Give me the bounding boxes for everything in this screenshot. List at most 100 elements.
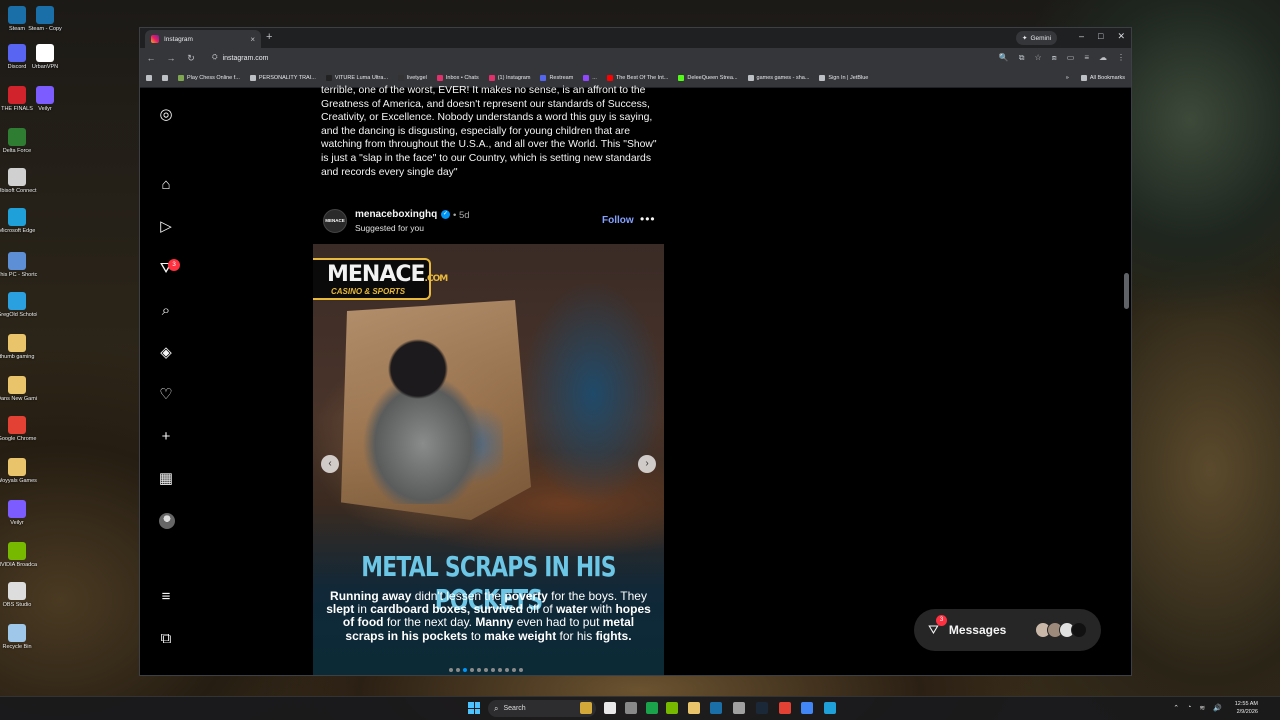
gemini-button[interactable]: ✦ Gemini [1016, 31, 1058, 45]
bookmark-label: Sign In | JetBlue [828, 74, 869, 81]
dashboard-icon[interactable]: ▦ [157, 470, 175, 488]
bookmark-item[interactable] [162, 74, 168, 81]
home-icon[interactable]: ⌂ [157, 176, 175, 194]
explore-icon[interactable]: ◈ [157, 344, 175, 362]
post-options-icon[interactable]: ••• [640, 212, 656, 226]
desktop-icon[interactable]: Microsoft Edge [0, 208, 37, 235]
taskbar-app-icon[interactable] [801, 702, 813, 714]
desktop-app-icon [8, 542, 26, 560]
taskbar-app-icon[interactable] [625, 702, 637, 714]
search-icon[interactable]: ⌕ [157, 302, 175, 320]
post-author-avatar[interactable]: MENACE [323, 209, 347, 233]
desktop-icon[interactable]: Veilyr [0, 500, 37, 527]
back-button[interactable]: ← [146, 53, 156, 63]
taskbar-app-icon[interactable] [779, 702, 791, 714]
taskbar-app-icon[interactable] [604, 702, 616, 714]
desktop-icon[interactable]: GregOld Schotol Run... [0, 292, 37, 319]
taskbar-app-icon[interactable] [824, 702, 836, 714]
desktop-icon[interactable]: Veilyr [25, 86, 65, 113]
desktop-icon[interactable]: Google Chrome [0, 416, 37, 443]
close-window-button[interactable]: ✕ [1117, 31, 1125, 42]
tray-icon[interactable]: 🔊 [1213, 704, 1222, 712]
forward-button[interactable]: → [166, 53, 176, 63]
body-segment: fights. [595, 628, 632, 643]
desktop-icon[interactable]: Recycle Bin [0, 624, 37, 651]
toolbar-icon[interactable]: ☆ [1035, 53, 1042, 63]
desktop-icon[interactable]: Woyyals Games a... [0, 458, 37, 485]
desktop-icon[interactable]: OBS Studio [0, 582, 37, 609]
more-menu-icon[interactable]: ≡ [157, 588, 175, 606]
carousel-dot [449, 668, 453, 672]
bookmark-item[interactable]: Sign In | JetBlue [819, 74, 869, 81]
tray-icon[interactable]: ⌃ [1173, 704, 1179, 712]
bookmark-item[interactable]: Inbox • Chats [436, 74, 479, 81]
instagram-logo-icon[interactable]: ◎ [157, 106, 175, 124]
desktop-icon[interactable]: NVIDIA Broadcast [0, 542, 37, 569]
carousel-prev-button[interactable]: ‹ [321, 455, 339, 473]
taskbar-clock[interactable]: 12:55 AM 2/9/2026 [1235, 700, 1258, 716]
messages-floating-button[interactable]: ⛛ 3 Messages [914, 609, 1101, 651]
bookmark-item[interactable]: games games - sha... [747, 74, 809, 81]
desktop-icon[interactable]: Dans New Gaming PICS [0, 376, 37, 403]
maximize-button[interactable]: □ [1098, 31, 1103, 42]
bookmark-favicon-icon [249, 74, 256, 81]
windows-start-icon[interactable] [468, 702, 480, 714]
toolbar-icon[interactable]: ☁ [1099, 53, 1107, 63]
instagram-sidebar: ◎ ⌂ ▷ ⛛ 3 ⌕ ◈ ♡ + ▦ ≡ ⧉ [140, 88, 192, 675]
reels-icon[interactable]: ▷ [157, 218, 175, 236]
taskbar-app-icon[interactable] [756, 702, 768, 714]
carousel-next-button[interactable]: › [638, 455, 656, 473]
tray-icon[interactable]: ≋ [1199, 704, 1205, 712]
toolbar-icon[interactable]: ⧈ [1052, 53, 1057, 63]
taskbar-app-icon[interactable] [733, 702, 745, 714]
profile-avatar[interactable] [159, 513, 175, 529]
tab-instagram[interactable]: Instagram × [145, 30, 261, 48]
tray-icon[interactable]: ◔ [1187, 704, 1191, 712]
bookmark-item[interactable]: The Best Of The Int... [606, 74, 668, 81]
scrollbar-thumb[interactable] [1124, 273, 1129, 309]
toolbar-icon[interactable]: ⧉ [1019, 53, 1025, 63]
desktop-icon[interactable]: This PC - Shortcut [0, 252, 37, 279]
bookmark-item[interactable]: ... [583, 74, 597, 81]
bookmark-item[interactable]: Play Chess Online f... [178, 74, 240, 81]
bookmark-item[interactable]: PERSONALITY TRAI... [249, 74, 316, 81]
taskbar-app-icon[interactable] [710, 702, 722, 714]
desktop-icon[interactable]: UrbanVPN [25, 44, 65, 71]
bookmark-item[interactable]: Restream [540, 74, 573, 81]
close-tab-icon[interactable]: × [250, 35, 255, 44]
all-bookmarks-button[interactable]: All Bookmarks [1080, 74, 1125, 81]
toolbar-icon[interactable]: ▭ [1067, 53, 1075, 63]
bookmark-item[interactable]: (1) Instagram [488, 74, 530, 81]
bookmark-item[interactable]: DeleeQueen Strea... [678, 74, 738, 81]
taskbar-app-icon[interactable] [666, 702, 678, 714]
bookmark-item[interactable] [146, 74, 152, 81]
post-username[interactable]: menaceboxinghq [355, 209, 437, 220]
desktop-icon[interactable]: Ubisoft Connect [0, 168, 37, 195]
create-plus-icon[interactable]: + [157, 428, 175, 446]
omnibox[interactable]: ⛭ instagram.com [206, 51, 906, 66]
desktop-icon[interactable]: Delta Force [0, 128, 37, 155]
site-info-icon[interactable]: ⛭ [212, 54, 218, 62]
new-tab-button[interactable]: + [266, 31, 272, 43]
toolbar-icon[interactable]: ≡ [1084, 53, 1089, 63]
toolbar-icon[interactable]: ⋮ [1117, 53, 1125, 63]
taskbar-app-icon[interactable] [688, 702, 700, 714]
notifications-heart-icon[interactable]: ♡ [157, 386, 175, 404]
also-from-meta-icon[interactable]: ⧉ [157, 630, 175, 648]
bookmark-favicon-icon [747, 74, 754, 81]
bookmark-item[interactable]: VITURE Luma Ultra... [325, 74, 388, 81]
reload-button[interactable]: ↻ [186, 53, 196, 64]
url-text[interactable]: instagram.com [223, 55, 269, 62]
follow-button[interactable]: Follow [602, 215, 634, 226]
bookmark-item[interactable]: livetygel [398, 74, 427, 81]
desktop-icon[interactable]: thumb gaming [0, 334, 37, 361]
post-image[interactable]: MENACE.COM CASINO & SPORTS METAL SCRAPS … [313, 244, 664, 675]
desktop-icon[interactable]: Steam - Copy [25, 6, 65, 33]
taskbar-app-icon[interactable] [580, 702, 592, 714]
bookmarks-overflow-icon[interactable]: » [1066, 75, 1069, 81]
taskbar-app-icon[interactable] [646, 702, 658, 714]
toolbar-icon[interactable]: 🔍 [999, 53, 1009, 63]
body-segment: Manny [475, 615, 514, 630]
minimize-button[interactable]: – [1079, 31, 1084, 42]
page-scrollbar[interactable] [1124, 153, 1129, 675]
